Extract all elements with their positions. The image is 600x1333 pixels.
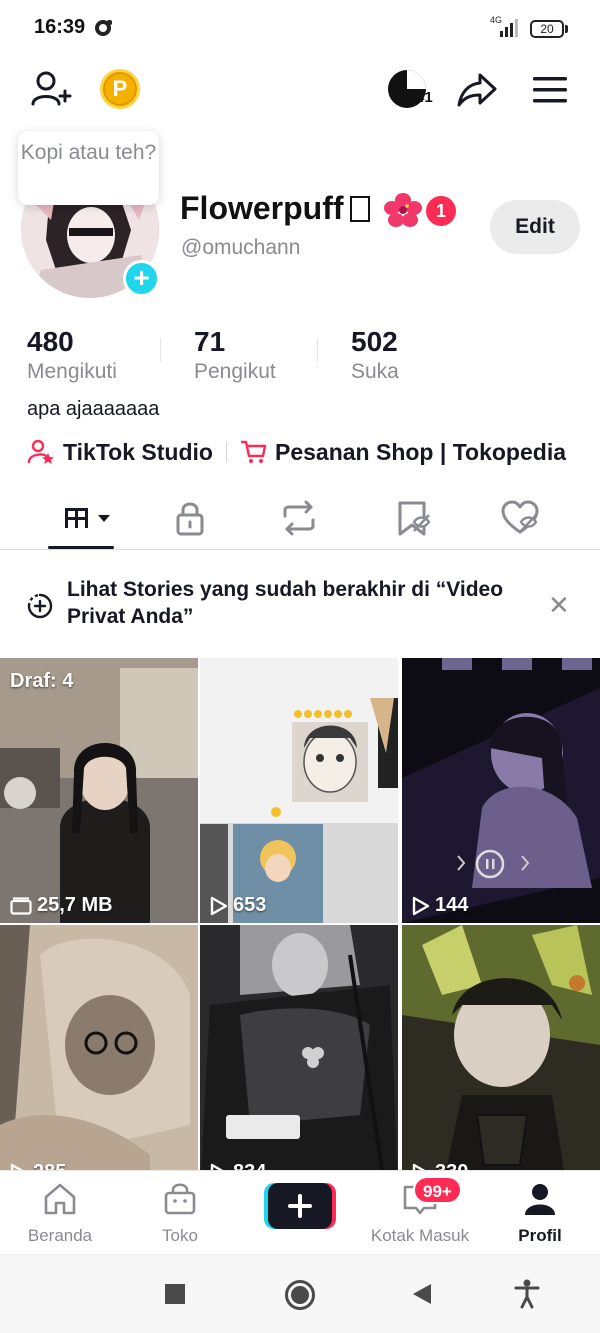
video-thumbnail xyxy=(0,925,198,1170)
stat-label: Pengikut xyxy=(194,360,276,383)
view-count: 834 xyxy=(210,1161,266,1170)
shop-orders-label: Pesanan Shop | Tokopedia xyxy=(275,438,567,465)
bottom-nav: Beranda Toko Kotak Masuk 99+ Profil xyxy=(0,1170,600,1254)
display-name: Flowerpuff xyxy=(180,190,370,227)
saved-bookmark-icon[interactable] xyxy=(392,498,432,538)
name-badge[interactable]: 1 xyxy=(426,196,456,226)
stat-value: 502 xyxy=(351,326,398,357)
stat-value: 480 xyxy=(27,326,74,357)
video-grid: Draf: 4 25,7 MB 653 144 xyxy=(0,658,600,1170)
edit-profile-button[interactable]: Edit xyxy=(490,200,580,254)
recents-square-icon[interactable] xyxy=(164,1283,186,1305)
nav-label: Beranda xyxy=(27,1226,93,1245)
lock-icon[interactable] xyxy=(170,498,210,538)
play-icon xyxy=(210,896,228,915)
stat-likes[interactable]: 502 Suka xyxy=(351,326,399,384)
video-thumbnail xyxy=(402,658,600,923)
video-tile[interactable]: 330 xyxy=(402,925,600,1170)
play-icon xyxy=(210,1163,225,1170)
nav-label: Kotak Masuk xyxy=(370,1226,470,1245)
studio-person-star-icon xyxy=(27,439,54,464)
nav-label: Profil xyxy=(518,1226,562,1245)
notification-app-icon xyxy=(95,20,112,36)
note-bubble[interactable]: Kopi atau teh? xyxy=(18,131,159,205)
view-count: 144 xyxy=(412,894,468,917)
stat-following[interactable]: 480 Mengikuti xyxy=(27,326,117,384)
battery-tip xyxy=(565,25,568,33)
signal-icon: 4G xyxy=(490,15,518,37)
profile-person-icon xyxy=(525,1184,555,1215)
shop-bag-icon xyxy=(164,1183,196,1215)
accessibility-icon[interactable] xyxy=(514,1279,540,1309)
story-count: 41 xyxy=(416,89,433,106)
back-triangle-icon[interactable] xyxy=(411,1282,433,1306)
video-thumbnail xyxy=(200,925,398,1170)
play-icon xyxy=(10,1163,25,1170)
stat-followers[interactable]: 71 Pengikut xyxy=(194,326,276,384)
menu-icon[interactable] xyxy=(532,76,568,104)
hibiscus-flower-icon xyxy=(384,193,422,227)
shopping-cart-icon xyxy=(241,440,267,463)
add-friend-icon[interactable] xyxy=(30,70,72,110)
battery-icon: 20 xyxy=(530,20,564,38)
nav-label: Toko xyxy=(162,1226,198,1245)
draft-count: Draf: 4 xyxy=(10,670,74,692)
drafts-thumbnail xyxy=(0,658,198,923)
home-icon xyxy=(44,1183,76,1215)
close-icon[interactable]: ✕ xyxy=(548,590,570,621)
folder-icon xyxy=(10,896,32,915)
drafts-tile[interactable]: Draf: 4 25,7 MB xyxy=(0,658,198,923)
banner-text: Lihat Stories yang sudah berakhir di “Vi… xyxy=(67,578,504,628)
view-count: 330 xyxy=(412,1161,468,1170)
nav-home[interactable]: Beranda xyxy=(0,1181,120,1246)
active-tab-indicator xyxy=(48,546,114,549)
shop-orders-link[interactable]: Pesanan Shop | Tokopedia xyxy=(241,437,566,467)
video-tile[interactable]: 285 xyxy=(0,925,198,1170)
stories-plus-icon xyxy=(27,593,53,619)
link-divider xyxy=(226,442,227,462)
video-tile[interactable]: 144 xyxy=(402,658,600,923)
videos-grid-icon[interactable] xyxy=(62,498,114,538)
view-count: 653 xyxy=(210,894,266,917)
tiktok-studio-label: TikTok Studio xyxy=(63,438,213,465)
view-count: 285 xyxy=(10,1161,66,1170)
video-tile[interactable]: 653 xyxy=(200,658,398,923)
username: @omuchann xyxy=(181,236,301,259)
drafts-size: 25,7 MB xyxy=(10,894,113,917)
svg-text:4G: 4G xyxy=(490,15,502,25)
inbox-badge: 99+ xyxy=(413,1176,462,1204)
profile-tabs xyxy=(0,490,600,550)
stat-divider xyxy=(160,338,161,362)
nav-profile[interactable]: Profil xyxy=(480,1181,600,1246)
play-icon xyxy=(412,1163,427,1170)
play-icon xyxy=(412,896,430,915)
liked-heart-icon[interactable] xyxy=(500,498,540,538)
nav-shop[interactable]: Toko xyxy=(120,1181,240,1246)
repost-icon[interactable] xyxy=(279,498,319,538)
stat-value: 71 xyxy=(194,326,226,357)
stories-banner[interactable]: Lihat Stories yang sudah berakhir di “Vi… xyxy=(0,560,600,656)
stat-label: Mengikuti xyxy=(27,360,117,383)
system-nav-bar xyxy=(0,1254,600,1333)
stat-divider xyxy=(317,338,318,362)
video-tile[interactable]: 834 xyxy=(200,925,398,1170)
video-thumbnail xyxy=(200,658,398,923)
add-avatar-button[interactable]: + xyxy=(123,260,160,297)
coin-icon[interactable]: P xyxy=(100,69,140,109)
tiktok-studio-link[interactable]: TikTok Studio xyxy=(27,437,213,467)
create-plus-button[interactable] xyxy=(264,1183,336,1229)
video-thumbnail xyxy=(402,925,600,1170)
home-circle-icon[interactable] xyxy=(284,1279,316,1311)
share-icon[interactable] xyxy=(456,72,498,108)
status-bar: 16:39 4G 20 xyxy=(0,0,600,56)
bio: apa ajaaaaaaa xyxy=(27,398,160,420)
stat-label: Suka xyxy=(351,360,399,383)
missing-glyph-box xyxy=(349,196,370,222)
status-time: 16:39 xyxy=(34,16,86,38)
